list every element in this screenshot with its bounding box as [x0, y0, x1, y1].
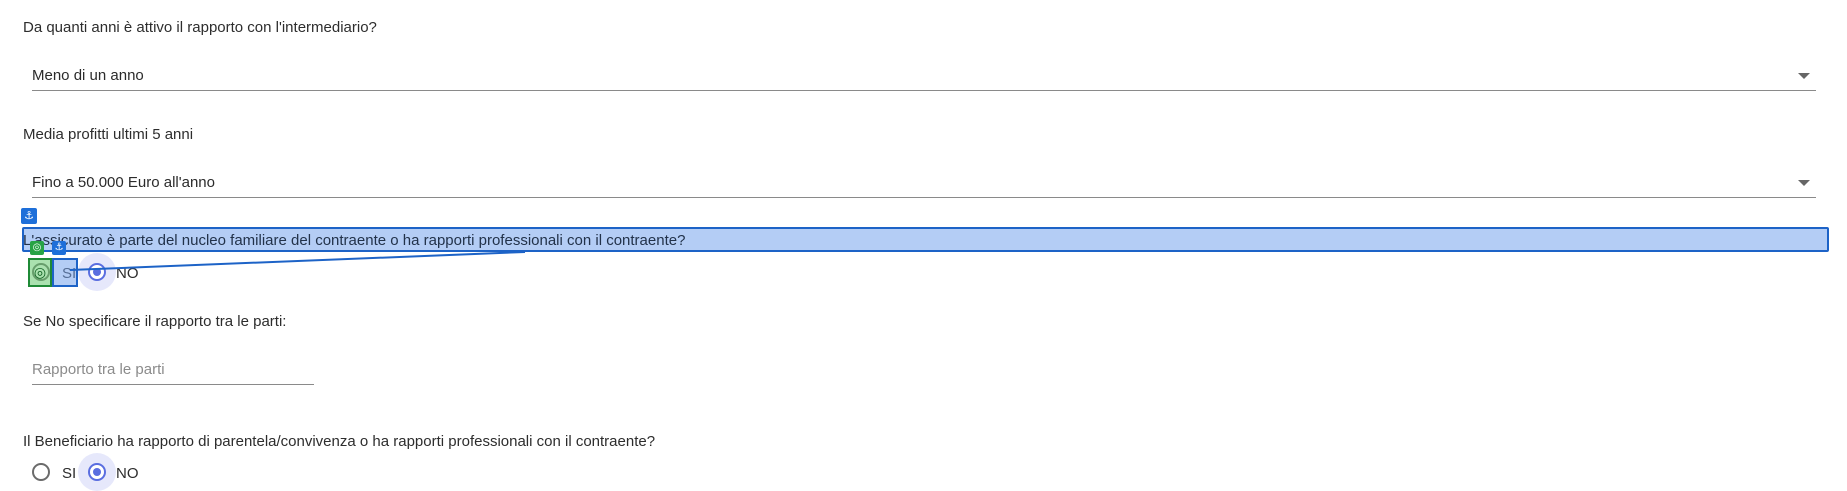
dropdown-arrow-icon	[1798, 180, 1810, 186]
question-label-beneficiary-relationship: Il Beneficiario ha rapporto di parentela…	[23, 433, 656, 450]
radio-no[interactable]	[88, 463, 106, 481]
anchor-icon[interactable]: ⚓	[21, 208, 37, 224]
target-highlight-box: ◎	[28, 258, 52, 287]
anchor-highlight-box	[52, 258, 78, 287]
question-label-average-profits: Media profitti ultimi 5 anni	[23, 126, 194, 143]
radio-no[interactable]	[88, 263, 106, 281]
radio-si-label: SI	[62, 465, 77, 482]
years-active-selected-value: Meno di un anno	[32, 67, 144, 84]
question-label-years-active: Da quanti anni è attivo il rapporto con …	[23, 19, 377, 36]
question-label-specify-relationship: Se No specificare il rapporto tra le par…	[23, 313, 287, 330]
dropdown-arrow-icon	[1798, 73, 1810, 79]
average-profits-selected-value: Fino a 50.000 Euro all'anno	[32, 174, 215, 191]
relationship-text-input[interactable]	[32, 354, 314, 385]
anchor-icon[interactable]: ⚓	[52, 241, 66, 255]
radio-si[interactable]	[32, 463, 50, 481]
radio-no-label: NO	[116, 265, 139, 282]
years-active-select[interactable]: Meno di un anno	[32, 60, 1816, 91]
beneficiary-relationship-radio-group: SI NO	[32, 453, 232, 491]
target-icon[interactable]: ◎	[30, 241, 44, 255]
target-icon: ◎	[33, 265, 47, 281]
average-profits-select[interactable]: Fino a 50.000 Euro all'anno	[32, 167, 1816, 198]
question-label-insured-relationship: L'assicurato è parte del nucleo familiar…	[23, 232, 686, 249]
radio-no-label: NO	[116, 465, 139, 482]
